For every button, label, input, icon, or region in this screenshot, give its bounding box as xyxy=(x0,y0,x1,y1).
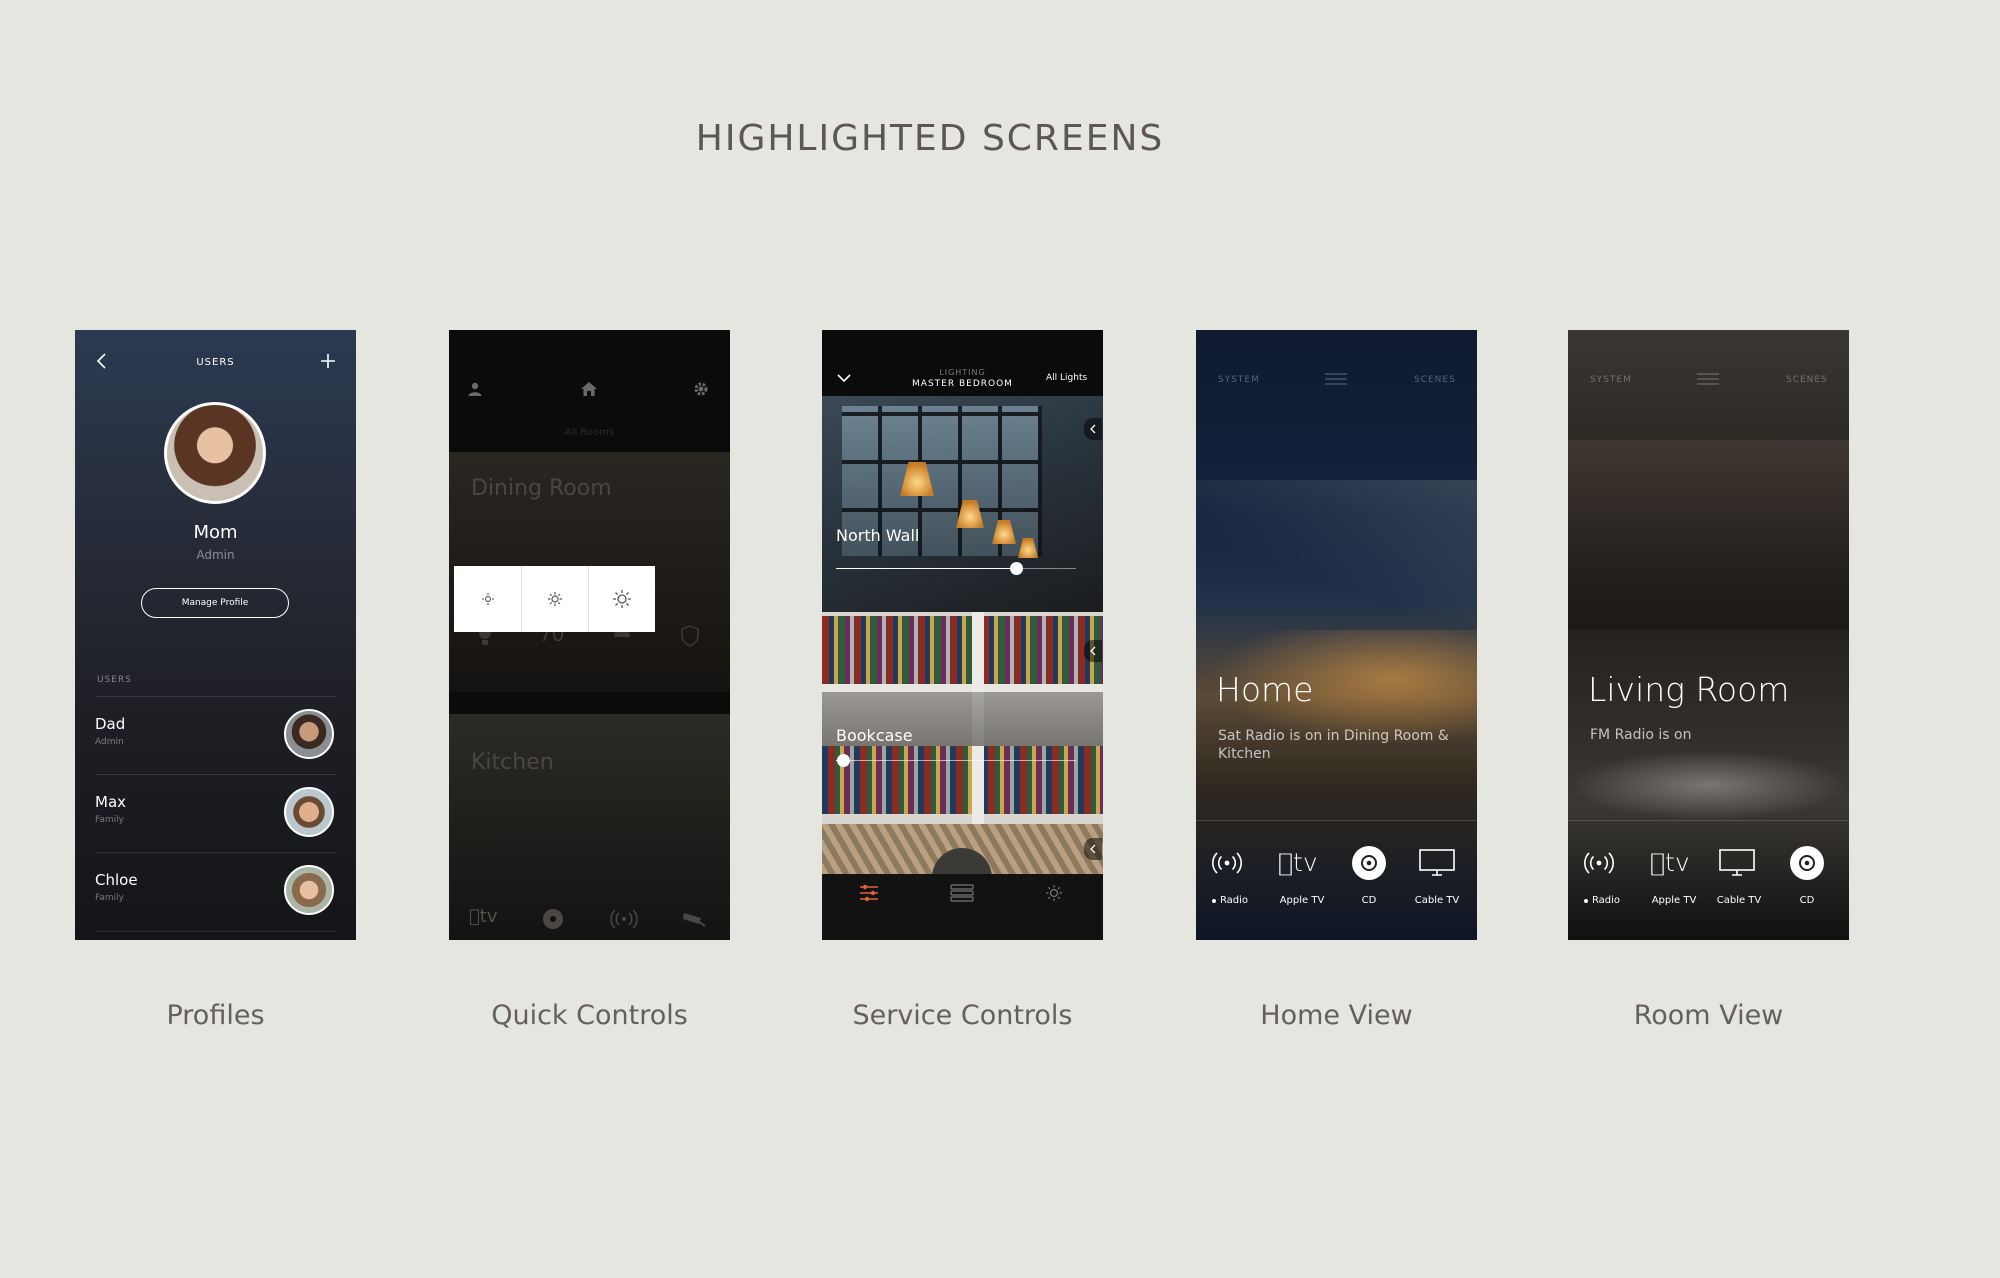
scenes-tab[interactable]: SCENES xyxy=(1414,375,1456,385)
user-name: Chloe xyxy=(95,871,138,889)
menu-icon[interactable] xyxy=(1324,371,1348,387)
light-name: North Wall xyxy=(836,526,920,545)
sliders-icon[interactable] xyxy=(856,880,882,906)
room-name: Dining Room xyxy=(471,476,612,501)
user-name: Dad xyxy=(95,715,126,733)
menu-icon[interactable] xyxy=(1696,371,1720,387)
shelf-board xyxy=(822,684,1103,692)
user-role: Family xyxy=(95,815,124,825)
user-role: Admin xyxy=(95,737,124,747)
main-user-name: Mom xyxy=(193,522,238,543)
home-title: Home xyxy=(1216,670,1314,709)
header-title: USERS xyxy=(196,357,235,368)
cable-tv-icon[interactable] xyxy=(1718,848,1756,878)
light-level-popup[interactable] xyxy=(454,566,655,632)
caption-room-view: Room View xyxy=(1633,1000,1784,1031)
home-status: Sat Radio is on in Dining Room & Kitchen xyxy=(1218,728,1449,762)
books-shelf-bottom xyxy=(822,746,1103,814)
security-shield-icon[interactable] xyxy=(679,624,701,648)
cable-tv-icon[interactable] xyxy=(1418,848,1456,878)
main-user-role: Admin xyxy=(196,548,235,562)
light-slider-track[interactable] xyxy=(836,754,1076,767)
room-status: FM Radio is on xyxy=(1590,727,1692,743)
user-row-chloe[interactable]: Chloe Family xyxy=(95,852,336,932)
service-tab-bar xyxy=(822,874,1103,940)
all-lights-button[interactable]: All Lights xyxy=(1046,373,1087,383)
gear-icon[interactable] xyxy=(690,378,712,400)
light-slider-knob[interactable] xyxy=(1010,562,1023,575)
user-name: Max xyxy=(95,793,127,811)
light-slider-track[interactable] xyxy=(836,562,1076,575)
north-wall-panel[interactable]: North Wall xyxy=(822,396,1103,612)
quick-controls-screen: All Rooms Dining Room 70° Kitchen tv xyxy=(449,330,730,940)
light-name: Bookcase xyxy=(836,726,913,745)
scenes-tab[interactable]: SCENES xyxy=(1786,375,1828,385)
page-heading: HIGHLIGHTED SCREENS xyxy=(695,118,1165,159)
caption-quick-controls: Quick Controls xyxy=(491,1000,688,1031)
manage-profile-button[interactable]: Manage Profile xyxy=(141,588,289,618)
dim-medium-icon[interactable] xyxy=(521,566,589,632)
system-tab[interactable]: SYSTEM xyxy=(1218,375,1260,385)
avatar xyxy=(284,865,334,915)
profiles-screen: USERS Mom Admin Manage Profile USERS Dad… xyxy=(75,330,356,940)
expand-chevron-icon[interactable] xyxy=(1084,838,1102,860)
light-slider-fill xyxy=(836,568,1016,569)
security-camera-icon[interactable] xyxy=(679,907,709,931)
avatar xyxy=(284,709,334,759)
home-view-screen: SYSTEM SCENES Home Sat Radio is on in Di… xyxy=(1196,330,1477,940)
avatar xyxy=(284,787,334,837)
books-shelf-top xyxy=(822,616,1103,684)
source-label: Cable TV xyxy=(1716,895,1762,906)
divider xyxy=(1568,820,1849,821)
room-name: Kitchen xyxy=(471,750,554,775)
apple-tv-icon[interactable]: tv xyxy=(469,906,498,927)
user-role: Family xyxy=(95,893,124,903)
brightness-icon[interactable] xyxy=(1041,880,1067,906)
users-section-label: USERS xyxy=(97,675,132,685)
system-tab[interactable]: SYSTEM xyxy=(1590,375,1632,385)
source-label: Radio xyxy=(1591,895,1621,906)
radio-icon[interactable] xyxy=(1582,848,1616,878)
cd-icon[interactable] xyxy=(1352,846,1386,880)
source-label: Radio xyxy=(1219,895,1249,906)
caption-service-controls: Service Controls xyxy=(852,1000,1073,1031)
ceiling-panel[interactable] xyxy=(822,824,1103,888)
cd-icon[interactable] xyxy=(1790,846,1824,880)
apple-tv-icon[interactable]: tv xyxy=(1278,848,1318,877)
expand-chevron-icon[interactable] xyxy=(1084,418,1102,440)
blurred-sofa xyxy=(1568,750,1849,820)
room-title: Living Room xyxy=(1588,670,1790,709)
caption-profiles: Profiles xyxy=(166,1000,265,1031)
user-row-dad[interactable]: Dad Admin xyxy=(95,696,336,775)
apple-tv-icon[interactable]: tv xyxy=(1650,848,1690,877)
source-label: Cable TV xyxy=(1414,895,1460,906)
all-rooms-label: All Rooms xyxy=(564,427,615,438)
room-view-screen: SYSTEM SCENES Living Room FM Radio is on… xyxy=(1568,330,1849,940)
user-row-max[interactable]: Max Family xyxy=(95,774,336,853)
caption-home-view: Home View xyxy=(1260,1000,1413,1031)
home-icon[interactable] xyxy=(578,378,600,400)
blurred-house-image xyxy=(1196,480,1477,640)
source-label: Apple TV xyxy=(1279,895,1325,906)
main-user-avatar[interactable] xyxy=(164,402,266,504)
dim-low-icon[interactable] xyxy=(454,566,522,632)
service-controls-screen: LIGHTING MASTER BEDROOM All Lights North… xyxy=(822,330,1103,940)
radio-icon[interactable] xyxy=(609,907,639,931)
divider xyxy=(1196,820,1477,821)
source-label: CD xyxy=(1361,895,1377,906)
list-icon[interactable] xyxy=(949,880,975,906)
cd-icon[interactable] xyxy=(541,907,565,931)
expand-chevron-icon[interactable] xyxy=(1084,640,1102,662)
kitchen-card[interactable]: Kitchen tv xyxy=(449,714,730,940)
source-label: CD xyxy=(1799,895,1815,906)
dim-high-icon[interactable] xyxy=(588,566,655,632)
user-icon[interactable] xyxy=(464,378,486,400)
source-label: Apple TV xyxy=(1651,895,1697,906)
radio-icon[interactable] xyxy=(1210,848,1244,878)
blurred-room-image xyxy=(1568,440,1849,630)
bookcase-panel[interactable]: Bookcase xyxy=(822,612,1103,824)
add-user-icon[interactable] xyxy=(317,350,339,372)
light-slider-knob[interactable] xyxy=(837,754,850,767)
